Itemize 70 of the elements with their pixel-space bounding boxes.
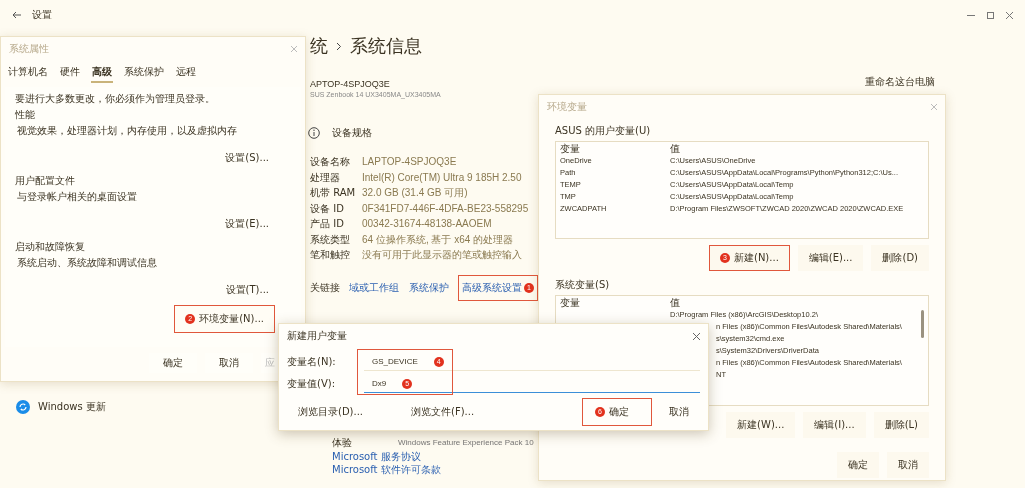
dialog-button[interactable]: 确定	[837, 452, 879, 478]
dialog-button[interactable]: 删除(D)	[871, 245, 929, 271]
dialog-button[interactable]: 新建(W)...	[726, 412, 796, 438]
spec-label: 设备 ID	[310, 201, 344, 216]
group-title: 启动和故障恢复	[15, 240, 85, 254]
group-description: 系统启动、系统故障和调试信息	[16, 256, 157, 270]
column-header: 变量	[560, 143, 581, 155]
info-icon	[308, 127, 320, 139]
rename-button[interactable]: 重命名这台电脑	[865, 75, 935, 89]
settings-button[interactable]: 设置(E)...	[217, 215, 277, 233]
dialog-button[interactable]: 编辑(I)...	[803, 412, 866, 438]
related-links-label: 关链接	[310, 280, 340, 295]
tab[interactable]: 高级	[91, 63, 113, 83]
dialog-title: 新建用户变量	[287, 329, 347, 343]
update-icon	[16, 400, 30, 414]
page-heading: 系统信息	[350, 35, 422, 57]
minimize-icon[interactable]	[967, 13, 975, 17]
link[interactable]: 域或工作组	[348, 274, 400, 301]
spec-value: 00342-31674-48138-AAOEM	[362, 217, 492, 231]
group-title: 用户配置文件	[15, 174, 75, 188]
link[interactable]: Microsoft 服务协议	[332, 449, 421, 463]
group-description: 与登录帐户相关的桌面设置	[16, 190, 137, 204]
dialog-button[interactable]: 编辑(E)...	[797, 245, 864, 271]
close-icon[interactable]	[693, 332, 700, 340]
dialog-button[interactable]: 取消	[887, 452, 929, 478]
device-name: APTOP-4SPJOQ3E	[310, 79, 391, 90]
field-label: 变量名(N):	[287, 355, 337, 369]
group-label: 系统变量(S)	[555, 279, 611, 291]
tab[interactable]: 系统保护	[123, 63, 165, 83]
spec-value: Windows Feature Experience Pack 10	[398, 436, 534, 449]
nav-item[interactable]: Windows 更新	[14, 398, 108, 416]
spec-value: LAPTOP-4SPJOQ3E	[362, 155, 457, 169]
scrollbar-thumb[interactable]	[921, 310, 924, 338]
spec-value: 没有可用于此显示器的笔或触控输入	[362, 248, 522, 262]
spec-label: 产品 ID	[310, 217, 344, 231]
column-header: 值	[670, 297, 681, 309]
spec-label: 设备名称	[310, 155, 350, 169]
link[interactable]: Microsoft 软件许可条款	[332, 462, 441, 476]
chevron-icon	[336, 41, 342, 51]
spec-label: 处理器	[310, 170, 340, 185]
settings-button[interactable]: 设置(S)...	[217, 149, 277, 167]
group-description: 视觉效果，处理器计划，内存使用，以及虚拟内存	[16, 124, 237, 138]
link[interactable]: 系统保护	[408, 274, 450, 301]
window-title: 设置	[32, 8, 52, 22]
tab[interactable]: 远程	[175, 63, 197, 83]
section-title: 设备规格	[332, 126, 372, 140]
group-title: 性能	[15, 108, 35, 122]
spec-value: 0F341FD7-446F-4DFA-BE23-558295	[362, 201, 529, 216]
field-label: 变量值(V):	[287, 377, 336, 391]
admin-note: 要进行大多数更改，你必须作为管理员登录。	[15, 92, 215, 106]
back-arrow-icon[interactable]	[12, 11, 22, 19]
tab[interactable]: 硬件	[59, 63, 81, 83]
group-label: ASUS 的用户变量(U)	[555, 125, 652, 137]
close-icon[interactable]	[1006, 11, 1013, 19]
column-header: 值	[670, 143, 681, 155]
spec-value: Intel(R) Core(TM) Ultra 9 185H 2.50	[362, 170, 522, 185]
spec-value: 64 位操作系统, 基于 x64 的处理器	[362, 232, 514, 247]
maximize-icon[interactable]	[987, 11, 994, 19]
dialog-title: 环境变量	[547, 100, 587, 114]
spec-label: 机带 RAM	[310, 186, 356, 200]
spec-value: 32.0 GB (31.4 GB 可用)	[362, 186, 468, 200]
tab[interactable]: 计算机名	[7, 63, 49, 83]
settings-button[interactable]: 设置(T)...	[217, 281, 277, 299]
spec-label: 笔和触控	[310, 248, 350, 262]
dialog-title: 系统属性	[9, 42, 49, 56]
spec-label: 体验	[332, 435, 353, 450]
spec-label: 系统类型	[310, 232, 350, 247]
dialog-button[interactable]: 删除(L)	[873, 412, 929, 438]
column-header: 变量	[560, 297, 581, 309]
breadcrumb-parent[interactable]: 统	[310, 35, 328, 57]
